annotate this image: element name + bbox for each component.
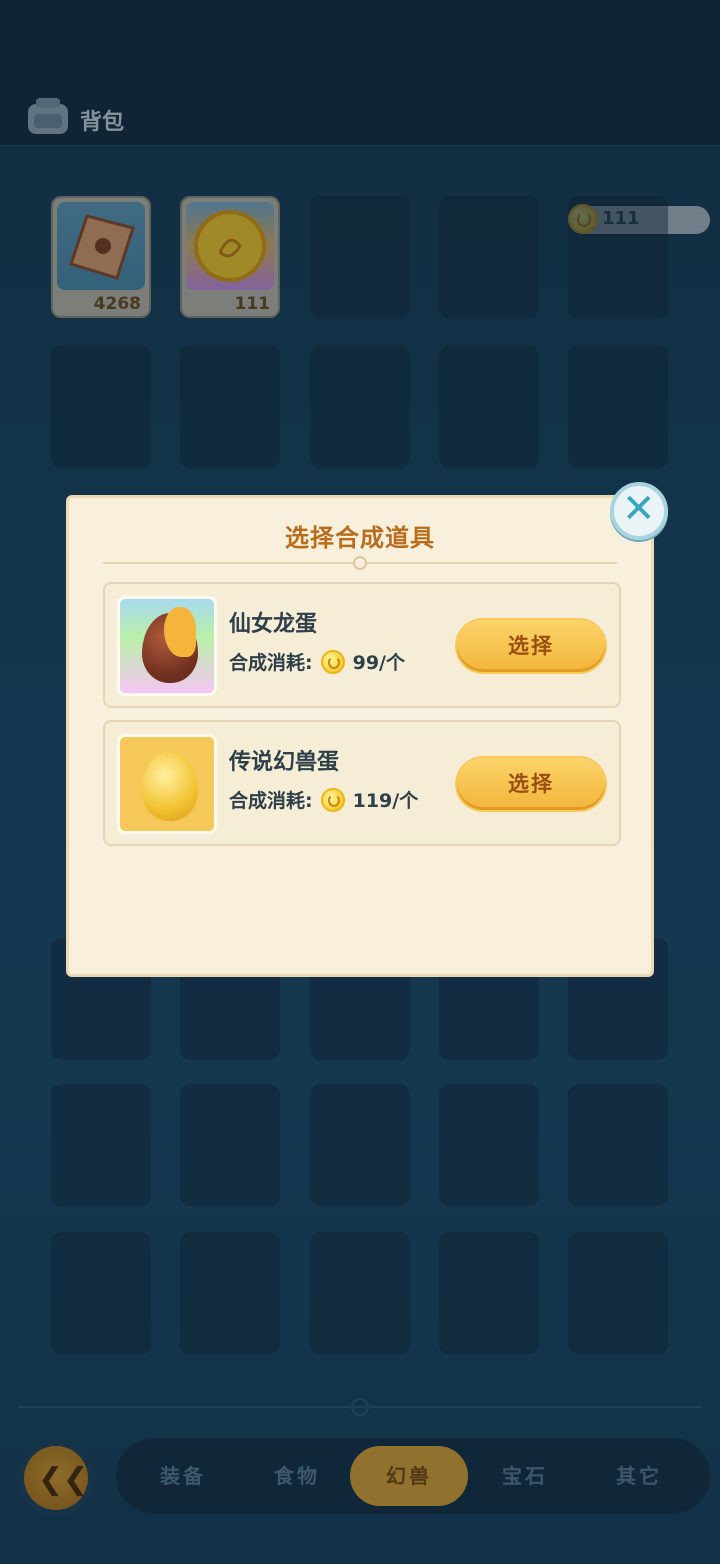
gear-ornament-icon — [353, 556, 367, 570]
close-icon: ✕ — [622, 486, 656, 532]
dialog-title: 选择合成道具 — [285, 524, 435, 552]
cost-value: 99/个 — [352, 652, 405, 674]
item-name: 传说幻兽蛋 — [229, 750, 340, 775]
cost-label: 合成消耗: — [229, 652, 313, 674]
select-button[interactable]: 选择 — [457, 620, 605, 672]
cost-label: 合成消耗: — [229, 790, 313, 812]
cost-value: 119/个 — [352, 790, 419, 812]
close-button[interactable]: ✕ — [610, 482, 668, 540]
list-item: 传说幻兽蛋 合成消耗: 119/个 选择 — [103, 720, 621, 846]
fairy-dragon-egg-icon — [117, 596, 217, 696]
list-item: 仙女龙蛋 合成消耗: 99/个 选择 — [103, 582, 621, 708]
gold-coin-icon — [320, 787, 345, 812]
cost-row: 合成消耗: 99/个 — [229, 648, 405, 675]
gold-coin-icon — [320, 649, 345, 674]
cost-row: 合成消耗: 119/个 — [229, 786, 418, 813]
select-button[interactable]: 选择 — [457, 758, 605, 810]
legend-egg-icon — [117, 734, 217, 834]
item-name: 仙女龙蛋 — [229, 612, 318, 637]
select-item-dialog: 选择合成道具 仙女龙蛋 合成消耗: 99/个 选择 传说幻兽蛋 合成消耗: 11… — [66, 495, 654, 977]
